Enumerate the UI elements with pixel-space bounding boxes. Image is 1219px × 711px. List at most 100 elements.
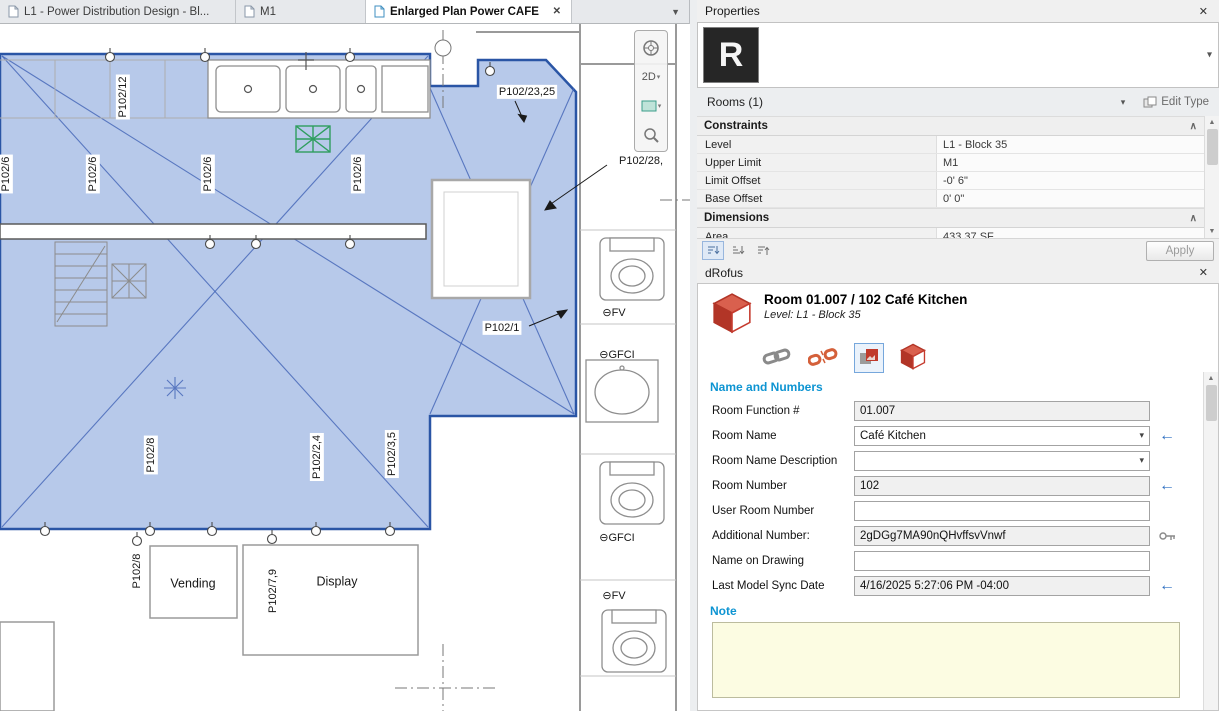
plan-annotation[interactable]: Display xyxy=(317,574,359,588)
broken-link-icon[interactable] xyxy=(808,347,838,370)
dropdown-arrow-icon[interactable]: ▾ xyxy=(1207,50,1212,61)
plan-annotation[interactable]: P102/1 xyxy=(485,322,520,334)
image-sync-icon[interactable] xyxy=(854,343,884,373)
field-label: Name on Drawing xyxy=(712,555,854,567)
chevron-down-icon[interactable]: ▾ xyxy=(658,102,662,110)
properties-footer: Apply xyxy=(697,238,1219,262)
scrollbar-thumb[interactable] xyxy=(1206,385,1217,421)
grid-bubble xyxy=(435,40,451,56)
family-icon-letter: R xyxy=(719,36,744,75)
key-icon[interactable] xyxy=(1159,531,1176,541)
properties-title: Properties xyxy=(705,4,760,18)
scroll-up-icon[interactable]: ▲ xyxy=(1209,116,1216,129)
drawing-area: L1 - Power Distribution Design - Bl... M… xyxy=(0,0,690,711)
field-input[interactable] xyxy=(854,526,1150,546)
plan-annotation[interactable]: ⊖GFCI xyxy=(599,349,635,361)
sync-arrow-icon[interactable]: ← xyxy=(1159,478,1175,494)
plan-annotation[interactable]: P102/6 xyxy=(202,157,214,192)
plan-annotation[interactable]: Vending xyxy=(170,576,215,590)
scrollbar[interactable]: ▲ ▼ xyxy=(1204,116,1219,238)
hatched-shaft xyxy=(112,264,146,298)
equipment-symbol-green xyxy=(296,126,330,152)
plan-canvas[interactable]: P102/12 P102/6 P102/6 P102/6 P102/6 P102/8 P10… xyxy=(0,24,690,711)
scrollbar[interactable]: ▲ xyxy=(1203,372,1218,710)
scroll-up-icon[interactable]: ▲ xyxy=(1208,372,1215,385)
field-dropdown[interactable]: Café Kitchen▾ xyxy=(854,426,1150,446)
tab-label: L1 - Power Distribution Design - Bl... xyxy=(24,6,227,18)
tab-m1[interactable]: M1 xyxy=(236,0,366,23)
plan-annotation[interactable]: ⊖GFCI xyxy=(599,532,635,544)
close-icon[interactable]: ✕ xyxy=(1196,266,1211,279)
dropdown-arrow-icon[interactable]: ▾ xyxy=(1139,430,1144,441)
property-value[interactable]: -0' 6" xyxy=(937,172,1204,189)
plan-annotation[interactable]: P102/8 xyxy=(145,438,157,473)
property-label: Upper Limit xyxy=(697,154,937,171)
property-value[interactable]: 433.37 SF xyxy=(937,228,1204,238)
plan-annotation[interactable]: P102/8 xyxy=(131,554,143,589)
plan-annotation[interactable]: P102/7,9 xyxy=(267,569,279,613)
close-icon[interactable]: ✕ xyxy=(1196,5,1211,18)
sink-counter xyxy=(208,60,430,118)
sort-ascending-button[interactable] xyxy=(727,241,749,260)
selection-filter-combo[interactable]: Rooms (1) ▾ xyxy=(701,91,1131,113)
show-hide-icon[interactable]: ▾ xyxy=(636,92,666,119)
tab-enlarged-plan-power-cafe[interactable]: Enlarged Plan Power CAFE ✕ xyxy=(366,0,572,23)
sync-arrow-icon[interactable]: ← xyxy=(1159,428,1175,444)
section-title: Dimensions xyxy=(704,212,769,224)
view-sheet-icon xyxy=(374,5,385,18)
dropdown-arrow-icon[interactable]: ▾ xyxy=(1139,455,1144,466)
edit-type-label: Edit Type xyxy=(1161,96,1209,108)
field-input[interactable] xyxy=(854,501,1150,521)
property-value[interactable]: M1 xyxy=(937,154,1204,171)
chevron-down-icon[interactable]: ▾ xyxy=(657,73,661,81)
field-row: User Room Number xyxy=(698,498,1203,523)
collapse-icon[interactable]: ∧ xyxy=(1190,121,1197,132)
plan-annotation[interactable]: P102/6 xyxy=(0,157,12,192)
field-row: Additional Number: xyxy=(698,523,1203,548)
tab-l1-power-distribution[interactable]: L1 - Power Distribution Design - Bl... xyxy=(0,0,236,23)
steering-wheel-icon[interactable] xyxy=(636,34,666,61)
plan-annotation[interactable]: ⊖FV xyxy=(602,590,626,602)
field-input[interactable] xyxy=(854,401,1150,421)
plan-annotation[interactable]: P102/12 xyxy=(117,77,129,118)
edit-type-icon xyxy=(1143,96,1157,108)
room-level: Level: L1 - Block 35 xyxy=(764,309,967,321)
type-selector[interactable]: R ▾ xyxy=(697,22,1219,88)
apply-button[interactable]: Apply xyxy=(1146,241,1214,261)
drofus-titlebar: dRofus ✕ xyxy=(697,262,1219,283)
field-dropdown[interactable]: ▾ xyxy=(854,451,1150,471)
field-input[interactable] xyxy=(854,576,1150,596)
drofus-cube-icon[interactable] xyxy=(900,343,926,373)
selection-row: Rooms (1) ▾ Edit Type xyxy=(697,88,1219,116)
edit-type-button[interactable]: Edit Type xyxy=(1137,91,1215,113)
property-value[interactable]: 0' 0" xyxy=(937,190,1204,207)
sync-arrow-icon[interactable]: ← xyxy=(1159,578,1175,594)
property-value[interactable]: L1 - Block 35 xyxy=(937,136,1204,153)
link-icon[interactable] xyxy=(762,347,792,370)
plan-annotation[interactable]: P102/3,5 xyxy=(386,432,398,476)
plan-annotation[interactable]: P102/28, xyxy=(619,155,663,167)
plan-annotation[interactable]: ⊖FV xyxy=(602,307,626,319)
tab-overflow-icon[interactable]: ▼ xyxy=(662,0,689,23)
scrollbar-thumb[interactable] xyxy=(1207,129,1218,165)
close-icon[interactable]: ✕ xyxy=(551,6,563,17)
sort-default-button[interactable] xyxy=(702,241,724,260)
field-label: Room Function # xyxy=(712,405,854,417)
tab-label: Enlarged Plan Power CAFE xyxy=(390,6,546,18)
zoom-icon[interactable] xyxy=(636,121,666,148)
field-label: Room Name xyxy=(712,430,854,442)
sort-descending-button[interactable] xyxy=(752,241,774,260)
view-navigation-toolbar[interactable]: 2D▾ ▾ xyxy=(634,30,668,152)
plan-annotation[interactable]: P102/23,25 xyxy=(499,86,555,98)
scroll-down-icon[interactable]: ▼ xyxy=(1209,225,1216,238)
2d-wheel-icon[interactable]: 2D▾ xyxy=(636,63,666,90)
field-input[interactable] xyxy=(854,476,1150,496)
collapse-icon[interactable]: ∧ xyxy=(1190,213,1197,224)
plan-annotation[interactable]: P102/2,4 xyxy=(311,435,323,479)
plan-annotation[interactable]: P102/6 xyxy=(87,157,99,192)
field-input[interactable] xyxy=(854,551,1150,571)
field-row: Room Number← xyxy=(698,473,1203,498)
note-textarea[interactable] xyxy=(712,622,1180,698)
toilet-fixture xyxy=(600,238,664,300)
plan-annotation[interactable]: P102/6 xyxy=(352,157,364,192)
